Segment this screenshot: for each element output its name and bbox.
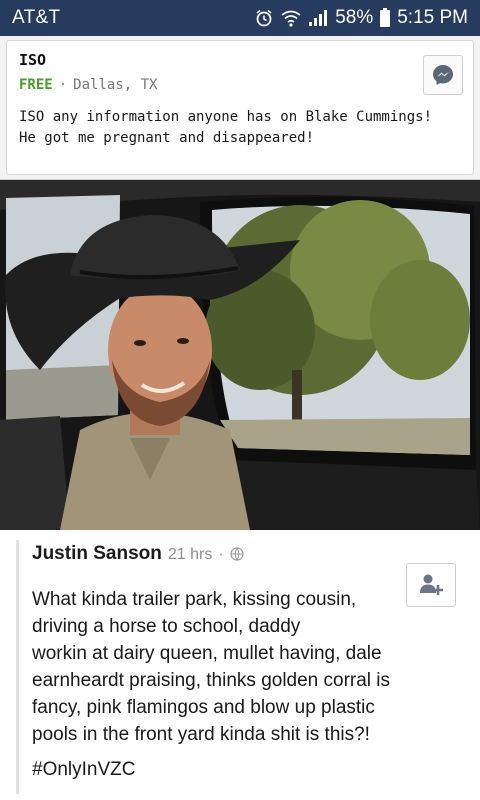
marketplace-listing: ISO FREE · Dallas, TX ISO any informatio…: [0, 36, 480, 180]
comment-line: workin at dairy queen, mullet having, da…: [32, 643, 382, 664]
comment-header: Justin Sanson 21 hrs ·: [32, 543, 244, 565]
comment-hashtag[interactable]: #OnlyInVZC: [32, 759, 135, 781]
status-icons: 58% 5:15 PM: [254, 7, 468, 29]
description-line: He got me pregnant and disappeared!: [19, 130, 315, 146]
comment-line: driving a horse to school, daddy: [32, 616, 301, 637]
meta-separator: ·: [58, 77, 68, 93]
listing-description: ISO any information anyone has on Blake …: [19, 107, 461, 149]
status-bar: AT&T 58% 5:15 PM: [0, 0, 480, 36]
battery-icon: [380, 7, 391, 27]
battery-percent: 58%: [335, 7, 374, 28]
photo[interactable]: [0, 180, 480, 530]
messenger-icon: [433, 65, 453, 85]
listing-card[interactable]: ISO FREE · Dallas, TX ISO any informatio…: [6, 40, 474, 175]
description-line: ISO any information anyone has on Blake …: [19, 109, 433, 125]
comment-time[interactable]: 21 hrs: [168, 546, 212, 564]
wifi-icon: [281, 10, 301, 27]
globe-icon: [230, 547, 244, 561]
clock: 5:15 PM: [397, 7, 468, 28]
comment: Justin Sanson 21 hrs · What kinda traile…: [0, 530, 480, 800]
comment-line: earnheardt praising, thinks golden corra…: [32, 670, 391, 691]
comment-line: fancy, pink flamingos and blow up plasti…: [32, 697, 375, 718]
listing-meta: FREE · Dallas, TX: [19, 77, 461, 93]
carrier-name: AT&T: [12, 7, 61, 28]
message-seller-button[interactable]: [423, 55, 463, 95]
comment-line: What kinda trailer park, kissing cousin,: [32, 589, 357, 610]
time-separator: ·: [218, 546, 224, 563]
alarm-icon: [256, 9, 272, 27]
comment-author[interactable]: Justin Sanson: [32, 543, 162, 565]
car-selfie-image: [0, 180, 480, 530]
comment-line: pools in the front yard kinda shit is th…: [32, 724, 370, 745]
listing-title: ISO: [19, 51, 47, 69]
comment-thread-rail: [16, 540, 19, 794]
signal-icon: [309, 10, 328, 26]
listing-price: FREE: [19, 77, 53, 93]
comment-body: What kinda trailer park, kissing cousin,…: [32, 586, 432, 748]
listing-location: Dallas, TX: [73, 77, 158, 93]
